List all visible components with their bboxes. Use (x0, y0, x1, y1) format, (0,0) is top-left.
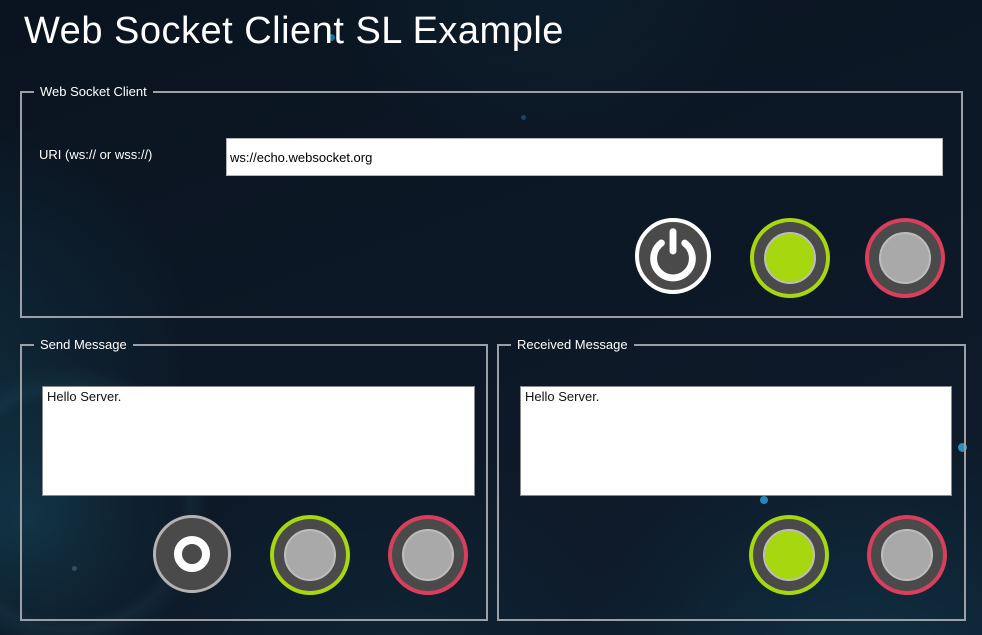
panel-web-socket-client-legend: Web Socket Client (34, 84, 153, 99)
receive-error-led-indicator (881, 529, 933, 581)
page-title: Web Socket Client SL Example (24, 10, 564, 53)
connection-error-led-indicator (879, 232, 931, 284)
panel-web-socket-client: Web Socket Client URI (ws:// or wss://) (20, 84, 963, 318)
app-window: Web Socket Client SL Example Web Socket … (0, 0, 982, 635)
send-button[interactable] (153, 515, 231, 593)
message-received-led-indicator (763, 529, 815, 581)
power-icon (643, 226, 703, 286)
uri-label: URI (ws:// or wss://) (39, 147, 152, 162)
send-circle-icon (174, 536, 210, 572)
received-message-textarea[interactable]: Hello Server. (520, 386, 952, 496)
panel-received-message: Received Message Hello Server. (497, 337, 966, 621)
message-sent-led-indicator (284, 529, 336, 581)
send-error-led-indicator (402, 529, 454, 581)
connected-led-indicator (764, 232, 816, 284)
panel-received-message-legend: Received Message (511, 337, 634, 352)
send-message-textarea[interactable]: Hello Server. (42, 386, 475, 496)
power-button[interactable] (635, 218, 711, 294)
panel-send-message-legend: Send Message (34, 337, 133, 352)
uri-input[interactable] (226, 138, 943, 176)
panel-send-message: Send Message Hello Server. (20, 337, 488, 621)
